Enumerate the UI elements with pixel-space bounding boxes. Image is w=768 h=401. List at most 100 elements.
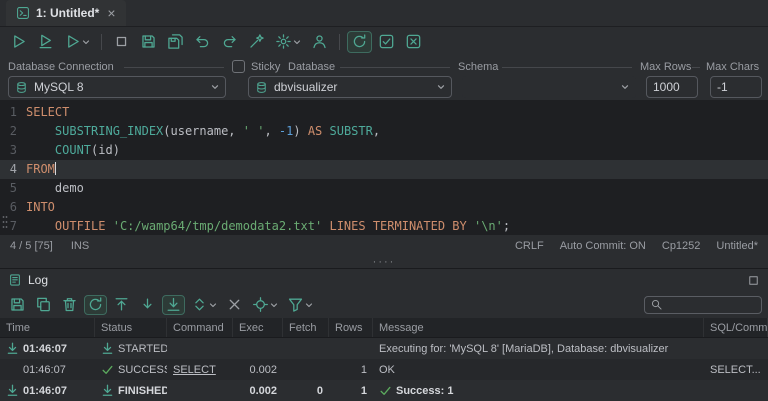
command-link[interactable]: SELECT — [173, 364, 216, 376]
user-icon — [311, 33, 328, 50]
tail-log-toggle[interactable] — [162, 295, 185, 315]
code-token: SUBSTR — [330, 124, 373, 138]
redo-button[interactable] — [217, 31, 242, 53]
column-header-exec[interactable]: Exec — [233, 318, 283, 337]
code-token: (username, — [163, 124, 242, 138]
editor-status-bar: 4 / 5 [75] INS CRLF Auto Commit: ON Cp12… — [0, 235, 768, 256]
editor-line-5[interactable]: 5 demo — [0, 179, 768, 198]
undo-button[interactable] — [190, 31, 215, 53]
chevron-down-icon — [293, 38, 301, 46]
window-edge-grip[interactable] — [1, 215, 9, 232]
log-cell-command: SELECT — [167, 359, 233, 380]
maximize-panel-button[interactable] — [747, 274, 760, 287]
rollback-button[interactable] — [401, 31, 426, 53]
column-header-status[interactable]: Status — [95, 318, 167, 337]
column-header-rows[interactable]: Rows — [329, 318, 373, 337]
log-cell-status: STARTED — [95, 338, 167, 359]
editor-line-6[interactable]: 6INTO — [0, 198, 768, 217]
log-row[interactable]: 01:46:07SUCCESSSELECT0.0021OKSELECT... — [0, 359, 768, 380]
column-header-label: Time — [6, 322, 30, 334]
clear-filter-button[interactable] — [223, 295, 246, 315]
undo-arrow-icon — [194, 33, 211, 50]
copy-log-button[interactable] — [32, 295, 55, 315]
close-icon[interactable]: × — [107, 6, 115, 20]
column-header-message[interactable]: Message — [373, 318, 704, 337]
editor-line-7[interactable]: 7 OUTFILE 'C:/wamp64/tmp/demodata2.txt' … — [0, 217, 768, 235]
column-header-sql-comm[interactable]: SQL/Comm — [704, 318, 768, 337]
connection-value: MySQL 8 — [34, 80, 204, 94]
scroll-to-bottom-button[interactable] — [136, 295, 159, 315]
editor-line-2[interactable]: 2 SUBSTRING_INDEX(username, ' ', -1) AS … — [0, 122, 768, 141]
arrow-up-to-line-icon — [113, 296, 130, 313]
line-number: 3 — [0, 141, 26, 160]
code-text: COUNT(id) — [26, 141, 120, 160]
save-icon — [140, 33, 157, 50]
user-menu-button[interactable] — [307, 31, 332, 53]
insert-mode: INS — [71, 240, 89, 252]
commit-button[interactable] — [374, 31, 399, 53]
log-cell-message: Success: 1 — [373, 380, 704, 401]
code-token — [26, 124, 55, 138]
chevron-down-icon — [211, 83, 219, 91]
schema-label: Schema — [458, 61, 498, 73]
filter-menu-button[interactable] — [284, 295, 316, 315]
schema-select[interactable] — [462, 76, 636, 98]
text-caret — [55, 162, 56, 175]
column-header-label: SQL/Comm — [710, 322, 767, 334]
auto-commit-toggle[interactable] — [347, 31, 372, 53]
play-icon — [10, 33, 27, 50]
tab-label: 1: Untitled* — [36, 6, 99, 20]
code-token — [26, 143, 55, 157]
time-text: 01:46:07 — [23, 364, 66, 376]
column-header-label: Fetch — [289, 322, 317, 334]
max-rows-input[interactable] — [646, 76, 698, 98]
column-header-label: Command — [173, 322, 224, 334]
code-token: ' ' — [243, 124, 265, 138]
log-cell-status: FINISHED — [95, 380, 167, 401]
sticky-checkbox[interactable] — [232, 60, 245, 73]
stop-button[interactable] — [109, 31, 134, 53]
editor-line-3[interactable]: 3 COUNT(id) — [0, 141, 768, 160]
code-token: ; — [503, 219, 510, 233]
caret-position: 4 / 5 [75] — [10, 240, 53, 252]
log-search-field[interactable] — [644, 296, 762, 314]
execute-current-button[interactable] — [33, 31, 58, 53]
line-number: 4 — [0, 160, 26, 179]
execute-menu-button[interactable] — [60, 31, 94, 53]
options-menu-button[interactable] — [271, 31, 305, 53]
max-chars-input[interactable] — [710, 76, 762, 98]
code-token — [467, 219, 474, 233]
connection-select[interactable]: MySQL 8 — [8, 76, 226, 98]
editor-line-1[interactable]: 1SELECT — [0, 103, 768, 122]
log-cell-status: SUCCESS — [95, 359, 167, 380]
execute-button[interactable] — [6, 31, 31, 53]
log-table: Time Status Command Exec Fetch RowsMessage SQL… — [0, 318, 768, 401]
column-header-label: Exec — [239, 322, 263, 334]
chevrons-up-down-icon — [191, 296, 208, 313]
tab-untitled[interactable]: 1: Untitled* × — [6, 0, 126, 26]
auto-refresh-toggle[interactable] — [84, 295, 107, 315]
sql-editor[interactable]: 1SELECT2 SUBSTRING_INDEX(username, ' ', … — [0, 100, 768, 235]
editor-lines: 1SELECT2 SUBSTRING_INDEX(username, ' ', … — [0, 103, 768, 235]
panel-splitter[interactable]: ···· — [0, 256, 768, 268]
target-icon — [252, 296, 269, 313]
clear-log-button[interactable] — [58, 295, 81, 315]
expand-rows-menu-button[interactable] — [188, 295, 220, 315]
editor-line-4[interactable]: 4FROM — [0, 160, 768, 179]
encoding: Cp1252 — [662, 240, 701, 252]
column-header-command[interactable]: Command — [167, 318, 233, 337]
search-input[interactable] — [667, 299, 756, 311]
save-button[interactable] — [136, 31, 161, 53]
column-header-fetch[interactable]: Fetch — [283, 318, 329, 337]
save-log-button[interactable] — [6, 295, 29, 315]
database-icon — [255, 81, 268, 94]
scroll-to-top-button[interactable] — [110, 295, 133, 315]
column-header-time[interactable]: Time — [0, 318, 95, 337]
format-sql-button[interactable] — [244, 31, 269, 53]
database-select[interactable]: dbvisualizer — [248, 76, 452, 98]
code-token: COUNT — [55, 143, 91, 157]
log-row[interactable]: 01:46:07STARTEDExecuting for: 'MySQL 8' … — [0, 338, 768, 359]
locate-menu-button[interactable] — [249, 295, 281, 315]
log-row[interactable]: 01:46:07FINISHED0.00201Success: 1 — [0, 380, 768, 401]
save-as-button[interactable] — [163, 31, 188, 53]
